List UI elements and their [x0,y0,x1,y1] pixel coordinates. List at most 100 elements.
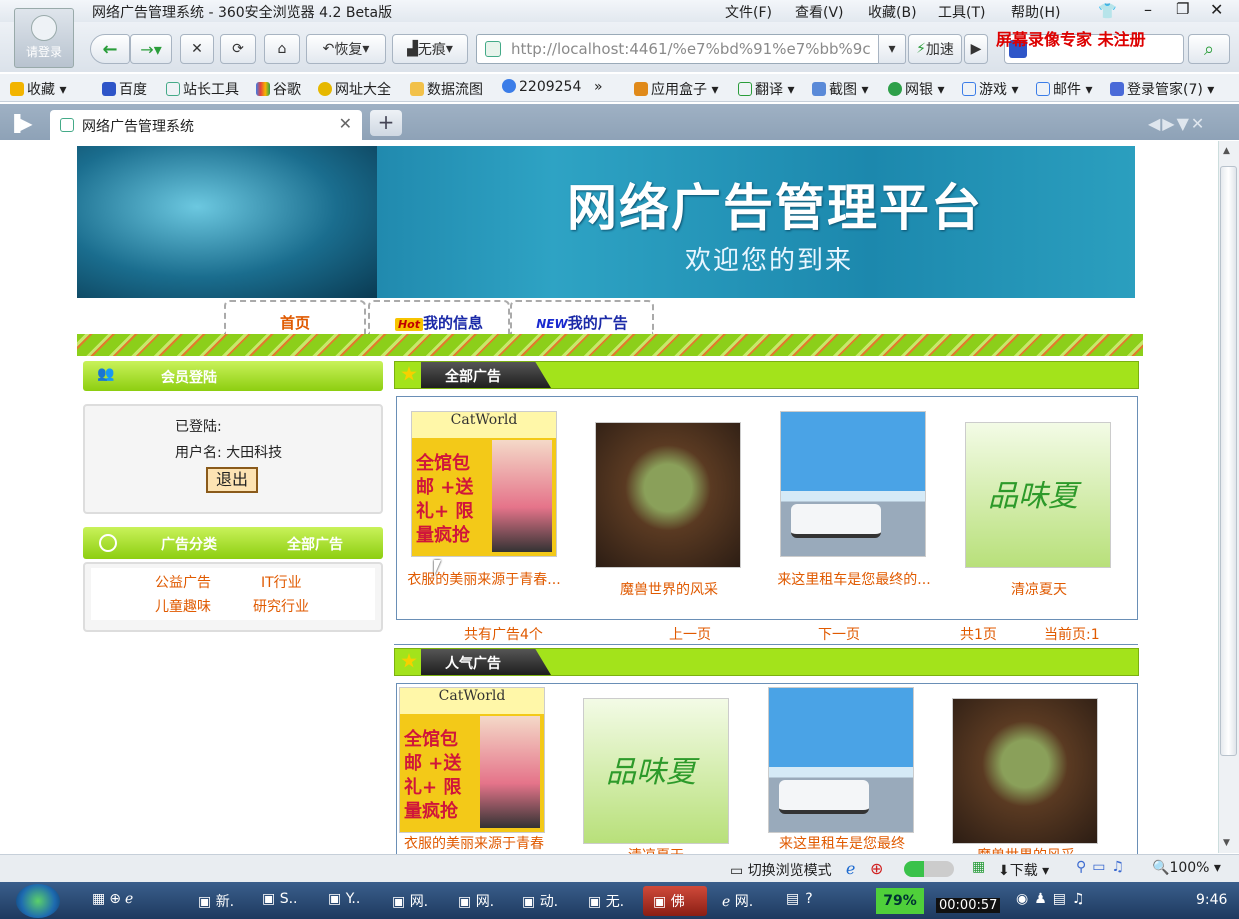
ad-caption[interactable]: 来这里租车是您最终的... [776,570,932,591]
folder-icon [410,82,424,96]
taskbar-item[interactable]: ▣ S.. [262,891,297,907]
bookmark-webmaster-tools[interactable]: 站长工具 [166,79,239,99]
nav-home[interactable]: 首页 [224,300,366,334]
scroll-down-icon[interactable]: ▼ [1223,838,1230,848]
close-tab-icon[interactable]: ✕ [339,114,352,133]
ad-caption[interactable]: 衣服的美丽来源于青春... [406,570,562,591]
menu-view[interactable]: 查看(V) [795,2,844,22]
ad-image-catworld[interactable]: CatWorld 全馆包邮 +送礼+ 限量疯抢 [399,687,545,833]
forward-button[interactable]: →▾ [130,34,172,64]
search-button[interactable]: ⌕ [1188,34,1230,64]
bookmark-url-directory[interactable]: 网址大全 [318,79,391,99]
quicklaunch-icons[interactable]: ▦⊕ℯ [92,891,137,907]
home-button[interactable]: ⌂ [264,34,300,64]
download-button[interactable]: ⬇下载 ▾ [998,860,1049,880]
ad-caption[interactable]: 清凉夏天 [580,846,732,854]
ad-caption[interactable]: 清凉夏天 [966,580,1112,601]
ad-caption[interactable]: 魔兽世界的风采 [950,846,1102,854]
bookmark-mail[interactable]: 邮件 ▾ [1036,79,1092,99]
shield-icon[interactable]: ⊕ [870,859,883,878]
nav-my-ads[interactable]: NEW我的广告 [510,300,654,334]
box-icon [634,82,648,96]
category-it-industry[interactable]: IT行业 [261,572,302,592]
address-bar[interactable]: http://localhost:4461/%e7%bd%91%e7%bb%9c [476,34,906,64]
bookmark-ebank[interactable]: 网银 ▾ [888,79,944,99]
new-tab-button[interactable]: + [370,110,402,136]
ad-caption[interactable]: 衣服的美丽来源于青春 [396,834,552,855]
category-public-welfare[interactable]: 公益广告 [155,572,211,592]
status-tool-icons[interactable]: ⚲▭♫ [1076,859,1130,875]
bookmark-favorites[interactable]: 收藏 ▾ [10,79,66,99]
pager-current-page: 当前页:1 [1044,627,1100,643]
menu-file[interactable]: 文件(F) [725,2,772,22]
menu-help[interactable]: 帮助(H) [1011,2,1060,22]
menu-favorites[interactable]: 收藏(B) [868,2,917,22]
scrollbar-thumb[interactable] [1220,166,1237,756]
minimize-button[interactable]: – [1144,0,1152,19]
tab-scroll-controls[interactable]: ◀▶▼✕ [1148,114,1206,133]
google-icon [256,82,270,96]
bookmark-screenshot[interactable]: 截图 ▾ [812,79,868,99]
bookmark-google[interactable]: 谷歌 [256,79,301,99]
taskbar-item[interactable]: ▣ 新. [198,891,234,911]
category-all-link[interactable]: 全部广告 [287,534,343,554]
bookmark-translate[interactable]: 翻译 ▾ [738,79,794,99]
taskbar-item[interactable]: ▣ 动. [522,891,558,911]
pager-next-link[interactable]: 下一页 [818,624,860,644]
category-research-industry[interactable]: 研究行业 [253,596,309,616]
ad-image-catworld[interactable]: CatWorld 全馆包邮 +送礼+ 限量疯抢 [411,411,557,557]
ad-caption[interactable]: 来这里租车是您最终 [764,834,920,855]
tray-icons-left[interactable]: ▤? [786,891,819,907]
back-button[interactable]: ← [90,34,130,64]
toggle-switch[interactable] [904,861,954,877]
address-dropdown[interactable]: ▾ [878,34,906,64]
ie-icon[interactable]: ℯ [846,859,855,878]
start-button[interactable] [16,884,60,918]
sidebar-toggle-icon[interactable]: ▐▶ [8,114,33,133]
login-status: 已登陆: [175,419,222,435]
ad-image-summer[interactable]: 品味夏 [965,422,1111,568]
close-window-button[interactable]: ✕ [1210,0,1223,19]
bookmark-2209254[interactable]: 2209254 [502,79,581,95]
skin-icon[interactable]: 👕 [1098,2,1117,20]
ad-image-warcraft[interactable] [952,698,1098,844]
pager-prev-link[interactable]: 上一页 [669,624,711,644]
taskbar-item[interactable]: ▣ Y.. [328,891,360,907]
nav-my-ads-label: 我的广告 [567,314,628,332]
stop-button[interactable]: ✕ [180,34,214,64]
ad-caption[interactable]: 魔兽世界的风采 [596,580,742,601]
refresh-icon: ⟳ [232,41,244,57]
taskbar-item[interactable]: ▣ 无. [588,891,624,911]
tab-ad-system[interactable]: 网络广告管理系统 ✕ [50,110,362,140]
ad-image-warcraft[interactable] [595,422,741,568]
refresh-button[interactable]: ⟳ [220,34,256,64]
restore-button[interactable]: ↶ 恢复 ▾ [306,34,386,64]
maximize-button[interactable]: ❐ [1176,0,1189,18]
taskbar-item[interactable]: ▣ 网. [458,891,494,911]
bookmark-games[interactable]: 游戏 ▾ [962,79,1018,99]
speedup-button[interactable]: ⚡ 加速 [908,34,962,64]
ad-image-bus[interactable] [768,687,914,833]
incognito-button[interactable]: ▟ 无痕 ▾ [392,34,468,64]
grid-icon[interactable]: ▦ [972,859,985,875]
taskbar-item[interactable]: ▣ 网. [392,891,428,911]
user-avatar[interactable]: 请登录 [14,8,74,68]
logout-button[interactable]: 退出 [206,467,258,493]
tray-icons-right[interactable]: ◉♟▤♫ [1016,891,1091,907]
category-children-fun[interactable]: 儿童趣味 [155,596,211,616]
ad-image-bus[interactable] [780,411,926,557]
bookmark-baidu[interactable]: 百度 [102,79,147,99]
bookmarks-overflow[interactable]: » [594,79,603,95]
zoom-control[interactable]: 🔍100% ▾ [1152,860,1221,876]
bookmark-dataflow[interactable]: 数据流图 [410,79,483,99]
taskbar-item-active[interactable]: ▣ 佛 [643,886,707,916]
scroll-up-icon[interactable]: ▲ [1223,146,1230,156]
taskbar-item[interactable]: ℯ 网. [722,891,753,911]
nav-my-info[interactable]: Hot 我的信息 [368,300,510,334]
bookmark-login-manager[interactable]: 登录管家(7) ▾ [1110,79,1214,99]
switch-mode-button[interactable]: ▭ 切换浏览模式 [730,860,832,880]
go-button[interactable]: ▶ [964,34,988,64]
bookmark-app-box[interactable]: 应用盒子 ▾ [634,79,718,99]
ad-image-summer[interactable]: 品味夏 [583,698,729,844]
menu-tools[interactable]: 工具(T) [938,2,985,22]
